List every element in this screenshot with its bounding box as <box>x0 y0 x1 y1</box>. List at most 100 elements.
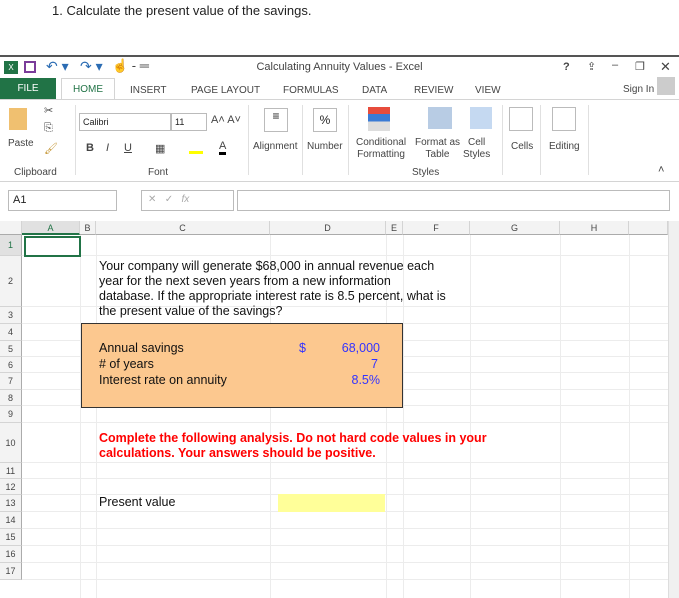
row-header-7[interactable]: 7 <box>0 373 22 390</box>
tab-view[interactable]: VIEW <box>475 85 501 96</box>
conditional-formatting-button[interactable]: Conditional Formatting <box>356 137 406 161</box>
editing-button[interactable]: Editing <box>549 141 580 152</box>
conditional-label-1: Conditional <box>356 137 407 148</box>
format-as-table-icon[interactable] <box>428 107 452 129</box>
row-header-12[interactable]: 12 <box>0 479 22 495</box>
formula-buttons: ✕ ✓ fx <box>141 190 234 211</box>
format-painter-icon[interactable]: 🖌 <box>44 142 58 155</box>
column-header-e[interactable]: E <box>386 221 403 235</box>
instruction-text: Complete the following analysis. Do not … <box>99 431 487 460</box>
close-button[interactable]: ✕ <box>660 59 671 75</box>
avatar <box>657 77 675 95</box>
row-header-2[interactable]: 2 <box>0 256 22 307</box>
conditional-formatting-icon[interactable] <box>368 107 390 131</box>
row-header-17[interactable]: 17 <box>0 563 22 580</box>
column-header-i[interactable] <box>629 221 668 235</box>
tab-formulas[interactable]: FORMULAS <box>283 85 339 96</box>
row-header-8[interactable]: 8 <box>0 390 22 406</box>
restore-button[interactable]: ❐ <box>635 60 645 73</box>
number-format-icon[interactable]: % <box>313 108 337 132</box>
copy-icon[interactable]: ⎘ <box>44 122 53 135</box>
format-as-label-2: Table <box>425 149 450 160</box>
editing-icon[interactable] <box>552 107 576 131</box>
ribbon-display-icon[interactable]: ⇪ <box>587 60 596 73</box>
tab-file[interactable]: FILE <box>0 78 56 100</box>
cells-icon[interactable] <box>509 107 533 131</box>
column-header-g[interactable]: G <box>470 221 560 235</box>
present-value-label: Present value <box>99 495 176 509</box>
italic-button[interactable]: I <box>106 142 109 154</box>
row-header-6[interactable]: 6 <box>0 357 22 373</box>
row-header-14[interactable]: 14 <box>0 512 22 529</box>
number-button[interactable]: Number <box>307 141 343 152</box>
column-header-c[interactable]: C <box>96 221 270 235</box>
cell-styles-icon[interactable] <box>470 107 492 129</box>
row-gridline <box>22 478 668 479</box>
row-header-4[interactable]: 4 <box>0 324 22 341</box>
select-all[interactable] <box>0 221 22 235</box>
tab-insert[interactable]: INSERT <box>130 85 167 96</box>
font-size-select[interactable]: 11 <box>171 113 207 131</box>
alignment-icon[interactable]: ≡ <box>264 108 288 132</box>
row-header-15[interactable]: 15 <box>0 529 22 546</box>
font-group-label: Font <box>148 167 169 178</box>
help-button[interactable]: ? <box>563 61 570 73</box>
collapse-ribbon-icon[interactable]: ˄ <box>658 164 664 176</box>
clipboard-group-label: Clipboard <box>14 167 57 178</box>
input-label-annual-savings: Annual savings <box>99 341 184 355</box>
name-box[interactable]: A1 <box>8 190 117 211</box>
row-gridline <box>22 462 668 463</box>
font-name-select[interactable]: Calibri <box>79 113 171 131</box>
column-header-a[interactable]: A <box>22 221 80 235</box>
input-value-annual-savings[interactable]: 68,000 <box>300 341 380 355</box>
borders-icon[interactable]: ▦ <box>155 142 165 155</box>
paste-icon[interactable] <box>9 108 27 130</box>
underline-button[interactable]: U <box>124 142 132 154</box>
row-header-1[interactable]: 1 <box>0 235 22 256</box>
column-gridline <box>629 235 630 598</box>
row-header-10[interactable]: 10 <box>0 423 22 463</box>
tab-page-layout[interactable]: PAGE LAYOUT <box>191 85 260 96</box>
tab-data[interactable]: DATA <box>362 85 387 96</box>
input-value-interest-rate[interactable]: 8.5% <box>300 373 381 387</box>
spreadsheet-grid[interactable]: A B C D E F G H 1 2 3 4 5 6 7 8 9 10 11 12 13 14 15 16 1… <box>0 221 679 598</box>
tab-review[interactable]: REVIEW <box>414 85 453 96</box>
column-header-d[interactable]: D <box>270 221 386 235</box>
cancel-icon[interactable]: ✕ <box>148 194 156 205</box>
row-header-5[interactable]: 5 <box>0 341 22 357</box>
minimize-button[interactable]: – <box>612 59 618 71</box>
column-header-h[interactable]: H <box>560 221 629 235</box>
vertical-scrollbar[interactable] <box>668 221 679 598</box>
question-text: 1. Calculate the present value of the sa… <box>52 3 312 18</box>
row-header-16[interactable]: 16 <box>0 546 22 563</box>
formula-input[interactable] <box>237 190 670 211</box>
enter-icon[interactable]: ✓ <box>165 194 173 205</box>
alignment-button[interactable]: Alignment <box>253 141 297 152</box>
cell-styles-button[interactable]: Cell Styles <box>463 137 490 161</box>
insert-function-button[interactable]: fx <box>181 194 189 205</box>
row-header-11[interactable]: 11 <box>0 463 22 479</box>
paste-button[interactable]: Paste <box>8 138 34 149</box>
row-header-13[interactable]: 13 <box>0 495 22 512</box>
fill-color-icon[interactable] <box>189 144 203 154</box>
column-header-f[interactable]: F <box>403 221 470 235</box>
present-value-answer-cell[interactable] <box>278 494 385 512</box>
conditional-label-2: Formatting <box>357 149 405 160</box>
selected-cell-a1[interactable] <box>24 236 81 257</box>
cell-styles-label-2: Styles <box>463 149 491 160</box>
column-header-b[interactable]: B <box>80 221 96 235</box>
row-gridline <box>22 422 668 423</box>
font-color-button[interactable]: A <box>219 140 227 155</box>
grow-font-icon[interactable]: A˄ A˅ <box>211 114 241 126</box>
row-gridline <box>22 562 668 563</box>
sign-in-link[interactable]: Sign In <box>623 84 654 95</box>
tab-home[interactable]: HOME <box>61 78 115 100</box>
row-header-9[interactable]: 9 <box>0 406 22 423</box>
input-value-years[interactable]: 7 <box>300 357 378 371</box>
format-as-table-button[interactable]: Format as Table <box>415 137 460 161</box>
bold-button[interactable]: B <box>86 142 94 154</box>
row-header-3[interactable]: 3 <box>0 307 22 324</box>
cells-button[interactable]: Cells <box>511 141 533 152</box>
cut-icon[interactable]: ✂ <box>44 104 53 117</box>
input-label-interest-rate: Interest rate on annuity <box>99 373 227 387</box>
